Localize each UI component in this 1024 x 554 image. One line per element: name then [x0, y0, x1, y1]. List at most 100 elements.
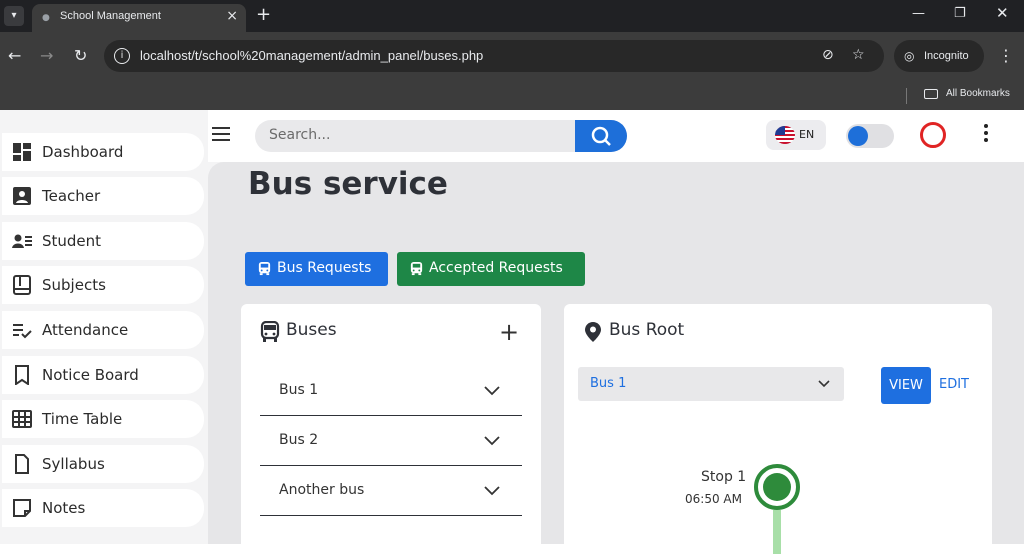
sidebar-item-syllabus[interactable]: Syllabus [2, 445, 204, 483]
bus-root-card: Bus Root Bus 1 VIEW EDIT Stop 1 06:50 AM [564, 304, 992, 554]
sidebar-item-label: Teacher [42, 187, 101, 205]
browser-menu-icon[interactable]: ⋮ [998, 46, 1014, 65]
app-header: Search... EN [208, 110, 1024, 162]
teacher-icon [13, 187, 31, 205]
tab-search-chevron-icon[interactable]: ▾ [4, 6, 24, 26]
bookmark-icon [15, 365, 29, 385]
main-content: Bus service Bus Requests Accepted Reques… [208, 162, 1024, 554]
star-icon[interactable]: ☆ [852, 47, 865, 63]
bus-accordion-item[interactable]: Bus 2 [260, 416, 522, 466]
incognito-icon: ◎ [904, 49, 915, 63]
sidebar-item-notes[interactable]: Notes [2, 489, 204, 527]
route-line [773, 510, 781, 554]
app-page: Dashboard Teacher Student Subjects Atten… [0, 110, 1024, 554]
language-switcher[interactable]: EN [766, 120, 826, 150]
bus-select-value: Bus 1 [590, 376, 627, 391]
chevron-down-icon [484, 386, 500, 396]
bus-root-title: Bus Root [609, 320, 685, 340]
status-ring-icon[interactable] [920, 122, 946, 148]
sidebar-item-label: Time Table [42, 410, 123, 428]
map-pin-icon [585, 322, 601, 342]
search-button[interactable] [575, 120, 627, 152]
stop-marker-icon[interactable] [754, 464, 800, 510]
sidebar-item-attendance[interactable]: Attendance [2, 311, 204, 349]
sidebar-item-label: Student [42, 232, 102, 250]
sidebar-item-label: Notice Board [42, 366, 139, 384]
incognito-badge[interactable]: ◎ Incognito [894, 40, 984, 72]
all-bookmarks-link[interactable]: All Bookmarks [946, 88, 1010, 99]
search-input[interactable]: Search... [269, 127, 330, 143]
sidebar-item-label: Syllabus [42, 455, 105, 473]
note-icon [13, 499, 31, 517]
folder-icon[interactable] [924, 89, 938, 99]
grid-icon [12, 410, 32, 428]
url-text[interactable]: localhost/t/school%20management/admin_pa… [140, 48, 483, 63]
add-bus-icon[interactable]: + [499, 320, 519, 344]
bus-select[interactable]: Bus 1 [578, 367, 844, 401]
new-tab-icon[interactable]: + [256, 4, 271, 25]
theme-toggle[interactable] [846, 124, 894, 148]
bus-icon [410, 261, 423, 276]
reload-icon[interactable]: ↻ [74, 46, 87, 65]
sidebar-item-label: Attendance [42, 321, 129, 339]
toggle-knob [848, 126, 868, 146]
chevron-down-icon [484, 436, 500, 446]
sidebar-item-notice-board[interactable]: Notice Board [2, 356, 204, 394]
bus-name: Bus 1 [279, 382, 319, 398]
restore-icon[interactable]: ❐ [954, 6, 966, 21]
dashboard-icon [13, 143, 31, 161]
sidebar-item-subjects[interactable]: Subjects [2, 266, 204, 304]
bookmarks-bar: All Bookmarks [0, 80, 1024, 110]
checklist-icon [13, 324, 32, 339]
bus-accordion-item[interactable]: Bus 1 [260, 366, 522, 416]
sidebar-item-teacher[interactable]: Teacher [2, 177, 204, 215]
sidebar-item-time-table[interactable]: Time Table [2, 400, 204, 438]
bus-name: Another bus [279, 482, 365, 498]
bus-requests-label: Bus Requests [277, 260, 372, 276]
address-bar[interactable]: i localhost/t/school%20management/admin_… [104, 40, 884, 72]
hamburger-menu-icon[interactable] [212, 127, 230, 141]
buses-title: Buses [286, 320, 337, 340]
browser-toolbar: ← → ↻ i localhost/t/school%20management/… [0, 32, 1024, 80]
minimize-icon[interactable]: — [912, 6, 925, 21]
accepted-requests-button[interactable]: Accepted Requests [397, 252, 585, 286]
bus-requests-button[interactable]: Bus Requests [245, 252, 388, 286]
eye-slash-icon[interactable]: ⊘ [822, 47, 834, 63]
site-info-icon[interactable]: i [114, 48, 130, 64]
chevron-down-icon [818, 380, 830, 388]
sidebar-item-label: Notes [42, 499, 86, 517]
bus-accordion-item[interactable]: Another bus [260, 466, 522, 516]
bus-icon [258, 261, 271, 276]
sidebar: Dashboard Teacher Student Subjects Atten… [0, 110, 208, 544]
search-icon [591, 126, 611, 146]
sidebar-item-label: Subjects [42, 276, 106, 294]
more-options-icon[interactable] [984, 124, 988, 145]
view-button[interactable]: VIEW [881, 367, 931, 404]
tab-close-icon[interactable]: × [226, 8, 238, 24]
sidebar-item-dashboard[interactable]: Dashboard [2, 133, 204, 171]
search-bar: Search... [255, 120, 627, 152]
sidebar-item-student[interactable]: Student [2, 222, 204, 260]
sidebar-item-label: Dashboard [42, 143, 124, 161]
tab-title: School Management [60, 10, 161, 22]
buses-card: Buses + Bus 1 Bus 2 Another bus [241, 304, 541, 554]
bus-icon [260, 321, 280, 342]
back-icon[interactable]: ← [8, 46, 21, 65]
book-icon [13, 275, 31, 295]
file-icon [15, 454, 29, 474]
edit-link[interactable]: EDIT [939, 377, 969, 392]
bookmarks-divider [906, 88, 907, 104]
favicon-icon: ● [42, 13, 50, 23]
us-flag-icon [775, 126, 795, 144]
browser-tab-strip: ▾ ● School Management × + — ❐ ✕ [0, 0, 1024, 32]
stop-time: 06:50 AM [685, 492, 742, 506]
forward-icon[interactable]: → [40, 46, 53, 65]
chevron-down-icon [484, 486, 500, 496]
browser-tab[interactable]: ● School Management × [32, 4, 246, 32]
accepted-requests-label: Accepted Requests [429, 260, 563, 276]
page-title: Bus service [248, 166, 448, 202]
stop-name: Stop 1 [701, 469, 747, 485]
bus-name: Bus 2 [279, 432, 319, 448]
student-icon [12, 234, 32, 248]
window-close-icon[interactable]: ✕ [996, 4, 1009, 22]
